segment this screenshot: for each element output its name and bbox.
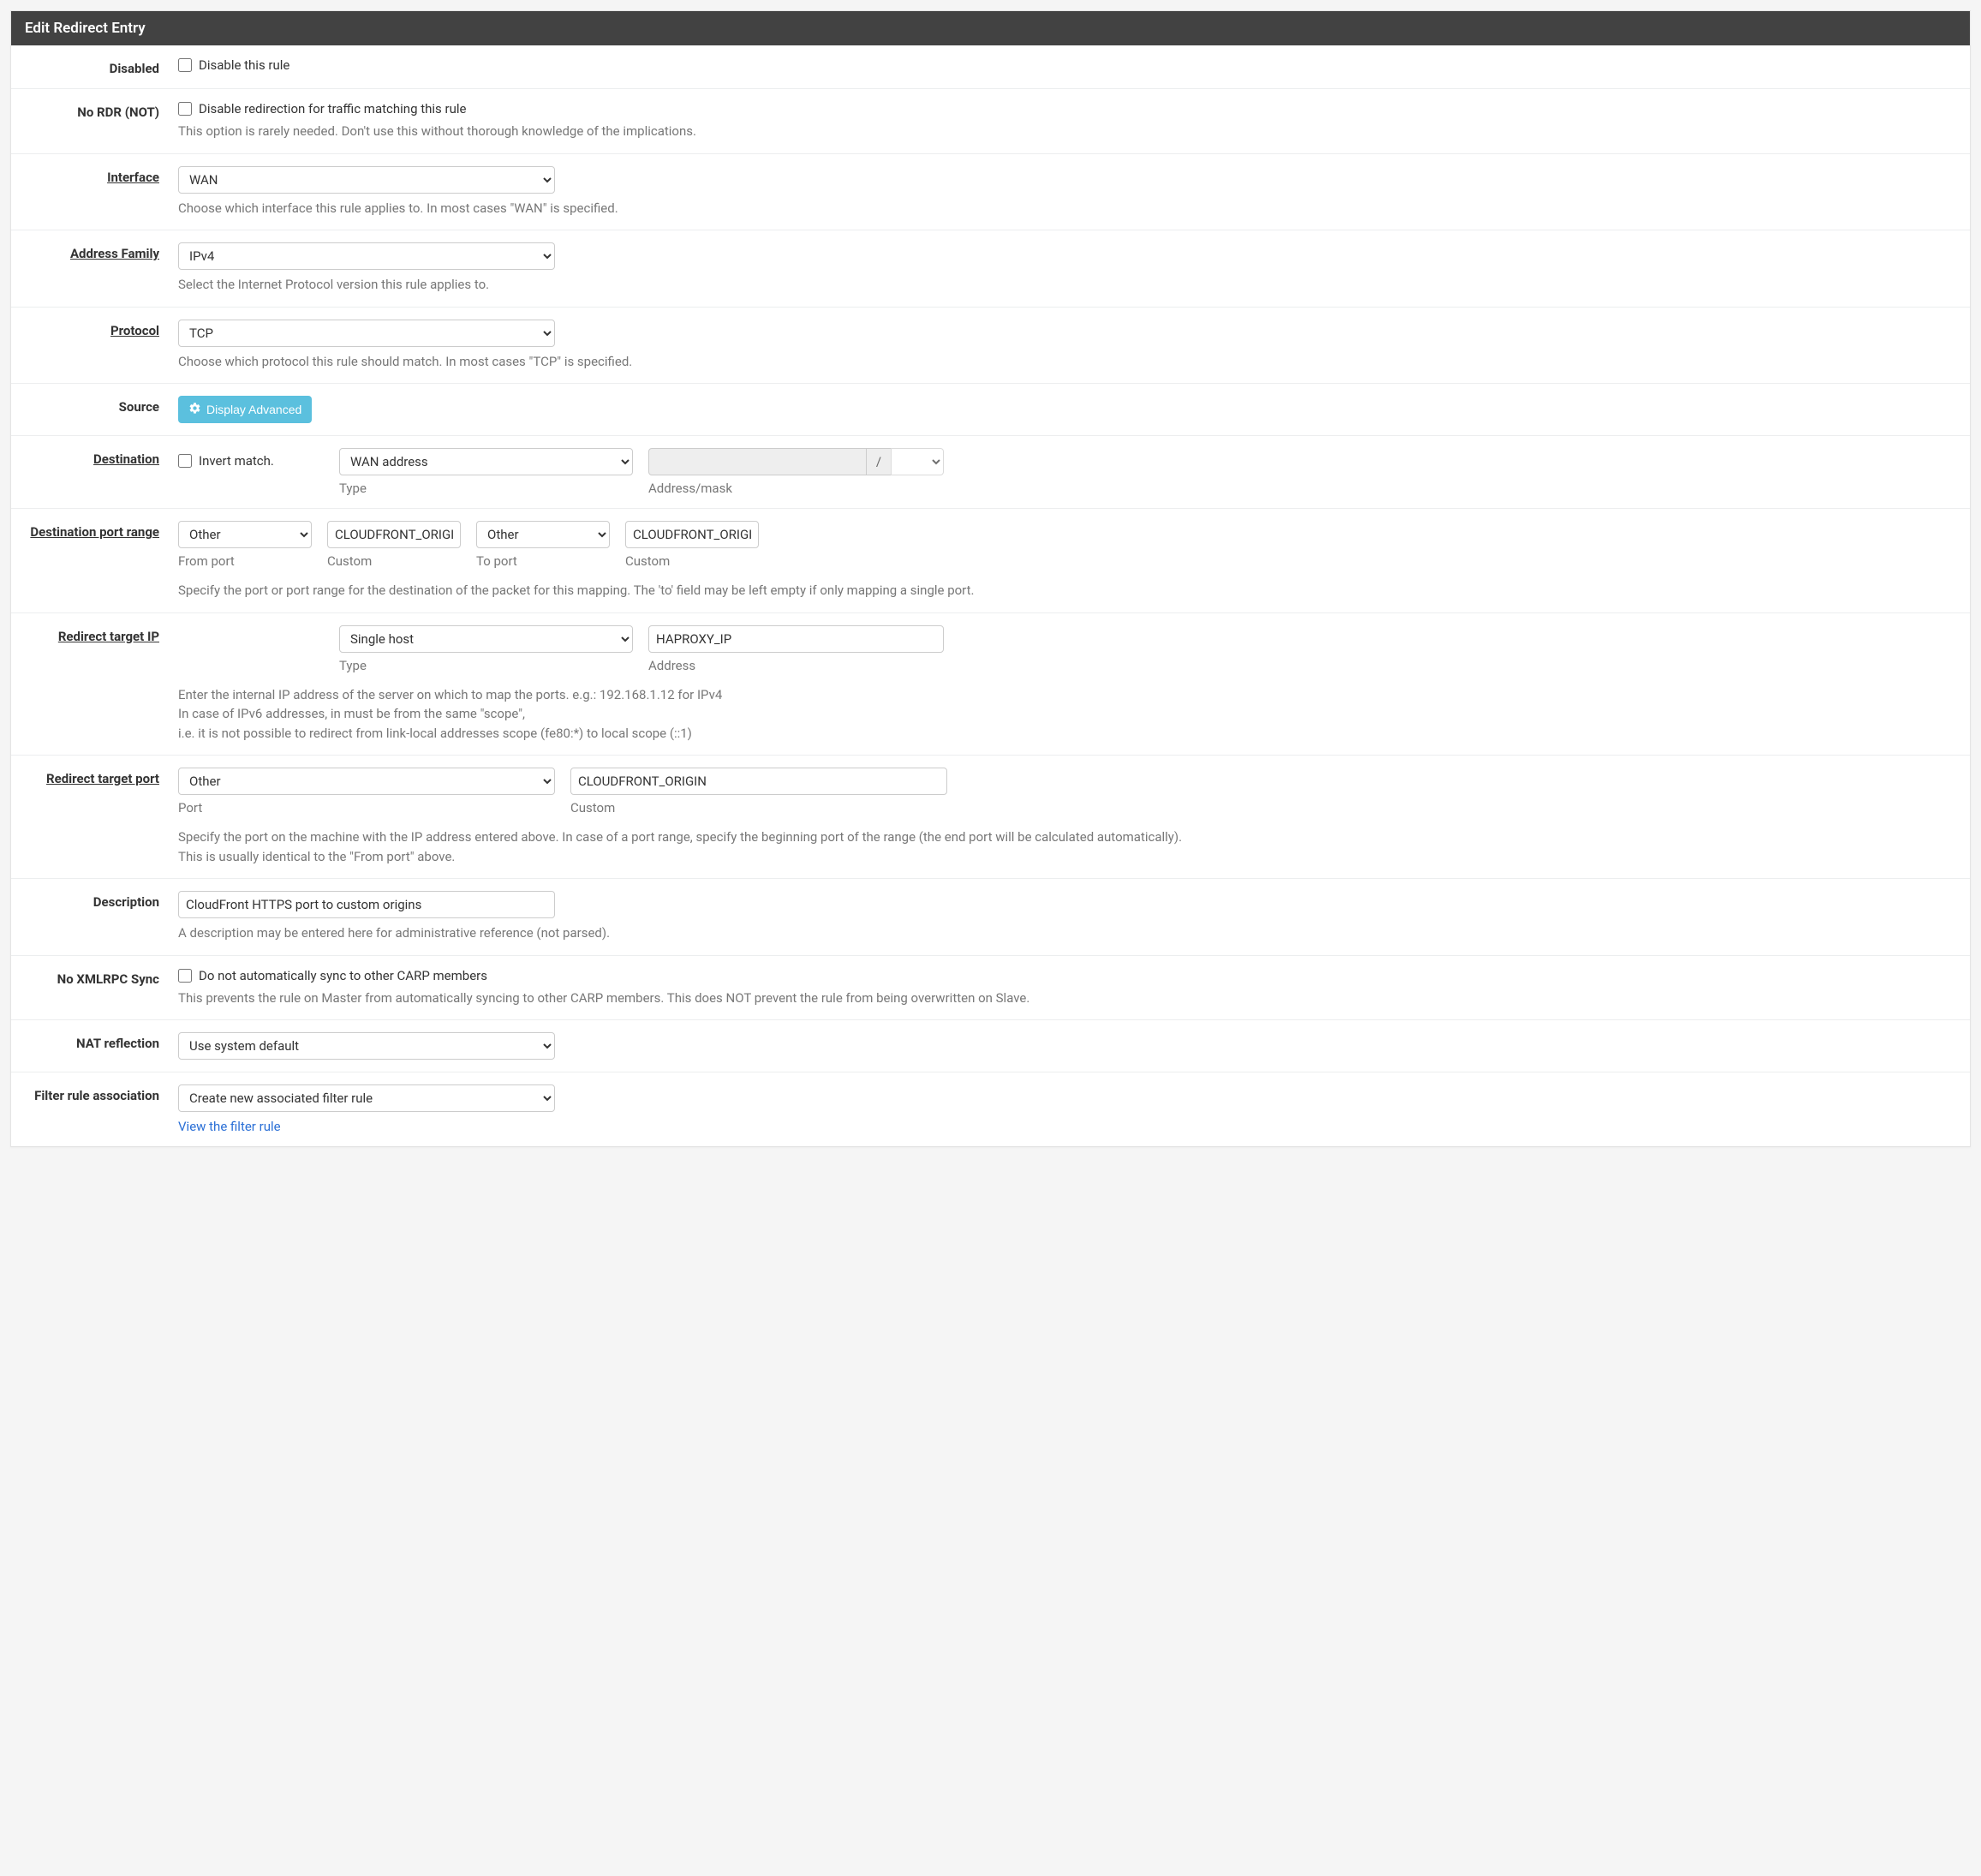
disabled-checkbox-label: Disable this rule (199, 57, 289, 73)
description-help: A description may be entered here for ad… (178, 923, 1956, 943)
no-xmlrpc-checkbox[interactable] (178, 969, 192, 983)
redirect-ip-help: Enter the internal IP address of the ser… (178, 685, 1956, 744)
address-family-select[interactable]: IPv4 (178, 242, 555, 270)
nordr-checkbox-wrapper[interactable]: Disable redirection for traffic matching… (178, 101, 1956, 117)
to-port-select[interactable]: Other (476, 521, 610, 548)
redirect-port-sublabel: Port (178, 800, 555, 816)
redirect-port-custom-sublabel: Custom (570, 800, 947, 816)
row-redirect-target-ip: Redirect target IP Single host Type Addr… (11, 613, 1970, 756)
nat-reflection-select[interactable]: Use system default (178, 1032, 555, 1060)
row-nat-reflection: NAT reflection Use system default (11, 1020, 1970, 1072)
nordr-help: This option is rarely needed. Don't use … (178, 122, 1956, 141)
to-port-custom-input[interactable] (625, 521, 759, 548)
nordr-checkbox-label: Disable redirection for traffic matching… (199, 101, 466, 117)
from-port-custom-input[interactable] (327, 521, 461, 548)
nordr-checkbox[interactable] (178, 102, 192, 116)
label-interface: Interface (11, 166, 178, 185)
protocol-select[interactable]: TCP (178, 320, 555, 347)
label-nordr: No RDR (NOT) (11, 101, 178, 120)
label-description: Description (11, 891, 178, 910)
label-filter-rule-assoc: Filter rule association (11, 1084, 178, 1103)
label-redirect-target-ip: Redirect target IP (11, 625, 178, 644)
row-source: Source Display Advanced (11, 384, 1970, 436)
row-interface: Interface WAN Choose which interface thi… (11, 154, 1970, 231)
disabled-checkbox[interactable] (178, 58, 192, 72)
mask-slash: / (867, 448, 891, 475)
invert-match-label: Invert match. (199, 453, 274, 469)
to-port-custom-sublabel: Custom (625, 553, 759, 569)
label-protocol: Protocol (11, 320, 178, 338)
label-source: Source (11, 396, 178, 415)
destination-type-sublabel: Type (339, 481, 633, 496)
invert-match-wrapper[interactable]: Invert match. (178, 453, 324, 469)
redirect-ip-address-sublabel: Address (648, 658, 944, 673)
row-no-xmlrpc: No XMLRPC Sync Do not automatically sync… (11, 956, 1970, 1021)
destination-type-select[interactable]: WAN address (339, 448, 633, 475)
protocol-help: Choose which protocol this rule should m… (178, 352, 1956, 372)
no-xmlrpc-checkbox-label: Do not automatically sync to other CARP … (199, 968, 487, 983)
row-destination: Destination Invert match. WAN address Ty… (11, 436, 1970, 509)
row-nordr: No RDR (NOT) Disable redirection for tra… (11, 89, 1970, 154)
edit-redirect-panel: Edit Redirect Entry Disabled Disable thi… (10, 10, 1971, 1147)
to-port-sublabel: To port (476, 553, 610, 569)
row-disabled: Disabled Disable this rule (11, 45, 1970, 89)
address-family-help: Select the Internet Protocol version thi… (178, 275, 1956, 295)
redirect-port-help: Specify the port on the machine with the… (178, 827, 1956, 866)
row-dest-port-range: Destination port range Other From port C… (11, 509, 1970, 613)
description-input[interactable] (178, 891, 555, 918)
redirect-ip-type-select[interactable]: Single host (339, 625, 633, 653)
no-xmlrpc-help: This prevents the rule on Master from au… (178, 989, 1956, 1008)
destination-mask-select (891, 448, 944, 475)
no-xmlrpc-checkbox-wrapper[interactable]: Do not automatically sync to other CARP … (178, 968, 1956, 983)
redirect-ip-type-sublabel: Type (339, 658, 633, 673)
interface-help: Choose which interface this rule applies… (178, 199, 1956, 218)
label-redirect-target-port: Redirect target port (11, 768, 178, 786)
label-address-family: Address Family (11, 242, 178, 261)
row-redirect-target-port: Redirect target port Other Port Custom S… (11, 756, 1970, 879)
destination-mask-input (648, 448, 867, 475)
label-disabled: Disabled (11, 57, 178, 76)
filter-rule-assoc-select[interactable]: Create new associated filter rule (178, 1084, 555, 1112)
row-description: Description A description may be entered… (11, 879, 1970, 956)
view-filter-rule-link[interactable]: View the filter rule (178, 1119, 281, 1134)
label-no-xmlrpc: No XMLRPC Sync (11, 968, 178, 987)
display-advanced-button[interactable]: Display Advanced (178, 396, 312, 423)
interface-select[interactable]: WAN (178, 166, 555, 194)
label-dest-port-range: Destination port range (11, 521, 178, 540)
dest-port-range-help: Specify the port or port range for the d… (178, 581, 1956, 600)
redirect-port-select[interactable]: Other (178, 768, 555, 795)
row-address-family: Address Family IPv4 Select the Internet … (11, 230, 1970, 308)
destination-mask-sublabel: Address/mask (648, 481, 944, 496)
gear-icon (188, 402, 201, 417)
from-port-sublabel: From port (178, 553, 312, 569)
disabled-checkbox-wrapper[interactable]: Disable this rule (178, 57, 1956, 73)
redirect-port-custom-input[interactable] (570, 768, 947, 795)
panel-title: Edit Redirect Entry (11, 11, 1970, 45)
label-destination: Destination (11, 448, 178, 467)
invert-match-checkbox[interactable] (178, 454, 192, 468)
display-advanced-label: Display Advanced (206, 403, 301, 416)
row-protocol: Protocol TCP Choose which protocol this … (11, 308, 1970, 385)
redirect-ip-address-input[interactable] (648, 625, 944, 653)
label-nat-reflection: NAT reflection (11, 1032, 178, 1051)
from-port-select[interactable]: Other (178, 521, 312, 548)
row-filter-rule-assoc: Filter rule association Create new assoc… (11, 1072, 1970, 1146)
from-port-custom-sublabel: Custom (327, 553, 461, 569)
